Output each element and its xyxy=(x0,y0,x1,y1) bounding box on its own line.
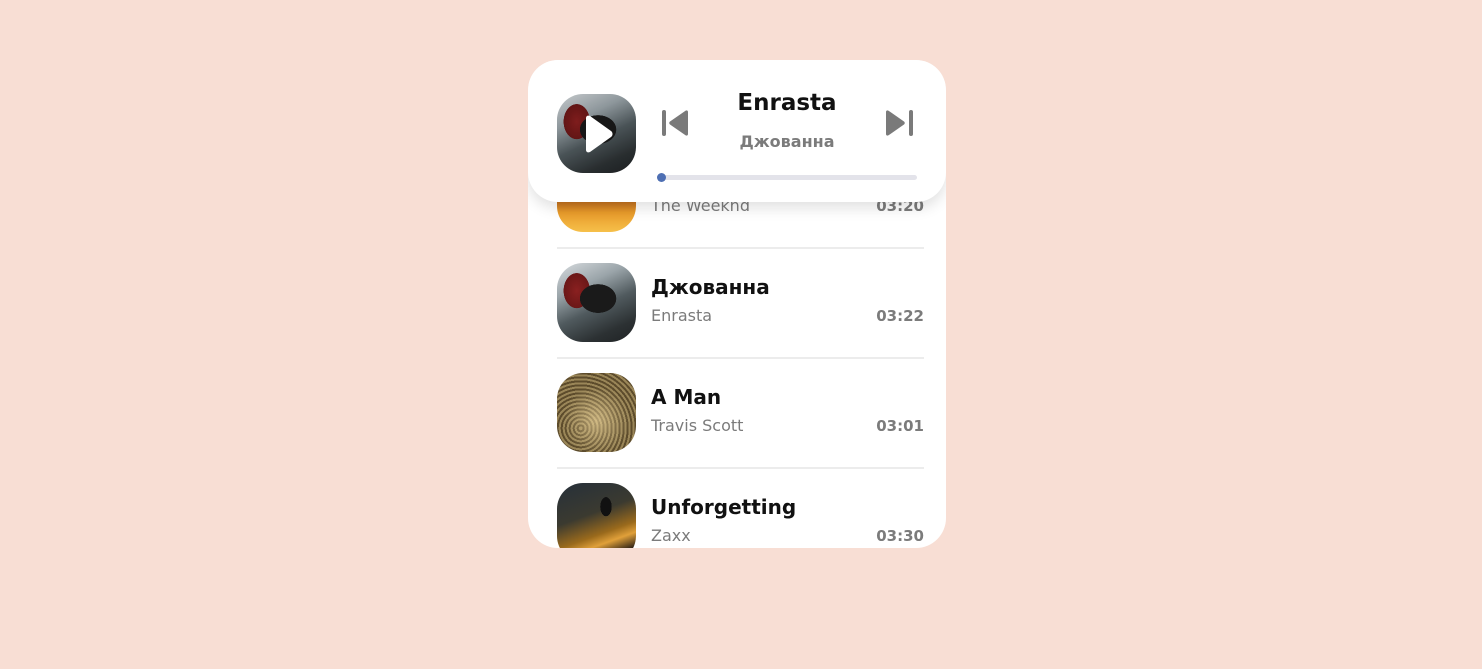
track-cover xyxy=(557,373,636,452)
music-player-card: Enrasta Джованна The Weeknd 03:20 Джован… xyxy=(528,60,946,548)
track-row[interactable]: Джованна Enrasta 03:22 xyxy=(557,250,924,359)
track-title: A Man xyxy=(651,385,722,409)
play-icon xyxy=(585,115,612,152)
skip-previous-icon xyxy=(662,110,688,136)
now-playing-panel: Enrasta Джованна xyxy=(528,60,946,202)
now-playing-cover[interactable] xyxy=(557,94,636,173)
track-row[interactable]: Unforgetting Zaxx 03:30 xyxy=(557,470,924,548)
track-artist: Travis Scott xyxy=(651,416,744,435)
next-button[interactable] xyxy=(884,107,916,139)
track-cover xyxy=(557,483,636,548)
previous-button[interactable] xyxy=(659,107,691,139)
now-playing-title: Enrasta xyxy=(737,90,837,116)
divider xyxy=(557,357,924,359)
track-cover xyxy=(557,263,636,342)
skip-next-icon xyxy=(886,110,913,136)
track-artist: Enrasta xyxy=(651,306,713,325)
divider xyxy=(557,467,924,469)
divider xyxy=(557,247,924,249)
track-duration: 03:30 xyxy=(876,527,924,545)
track-title: Unforgetting xyxy=(651,495,797,519)
progress-bar[interactable] xyxy=(657,173,917,182)
progress-knob[interactable] xyxy=(657,173,666,182)
track-row[interactable]: A Man Travis Scott 03:01 xyxy=(557,360,924,469)
play-button[interactable] xyxy=(557,94,636,173)
now-playing-artist: Джованна xyxy=(739,132,835,151)
track-title: Джованна xyxy=(651,275,770,299)
track-duration: 03:22 xyxy=(876,307,924,325)
track-duration: 03:01 xyxy=(876,417,924,435)
track-artist: Zaxx xyxy=(651,526,691,545)
